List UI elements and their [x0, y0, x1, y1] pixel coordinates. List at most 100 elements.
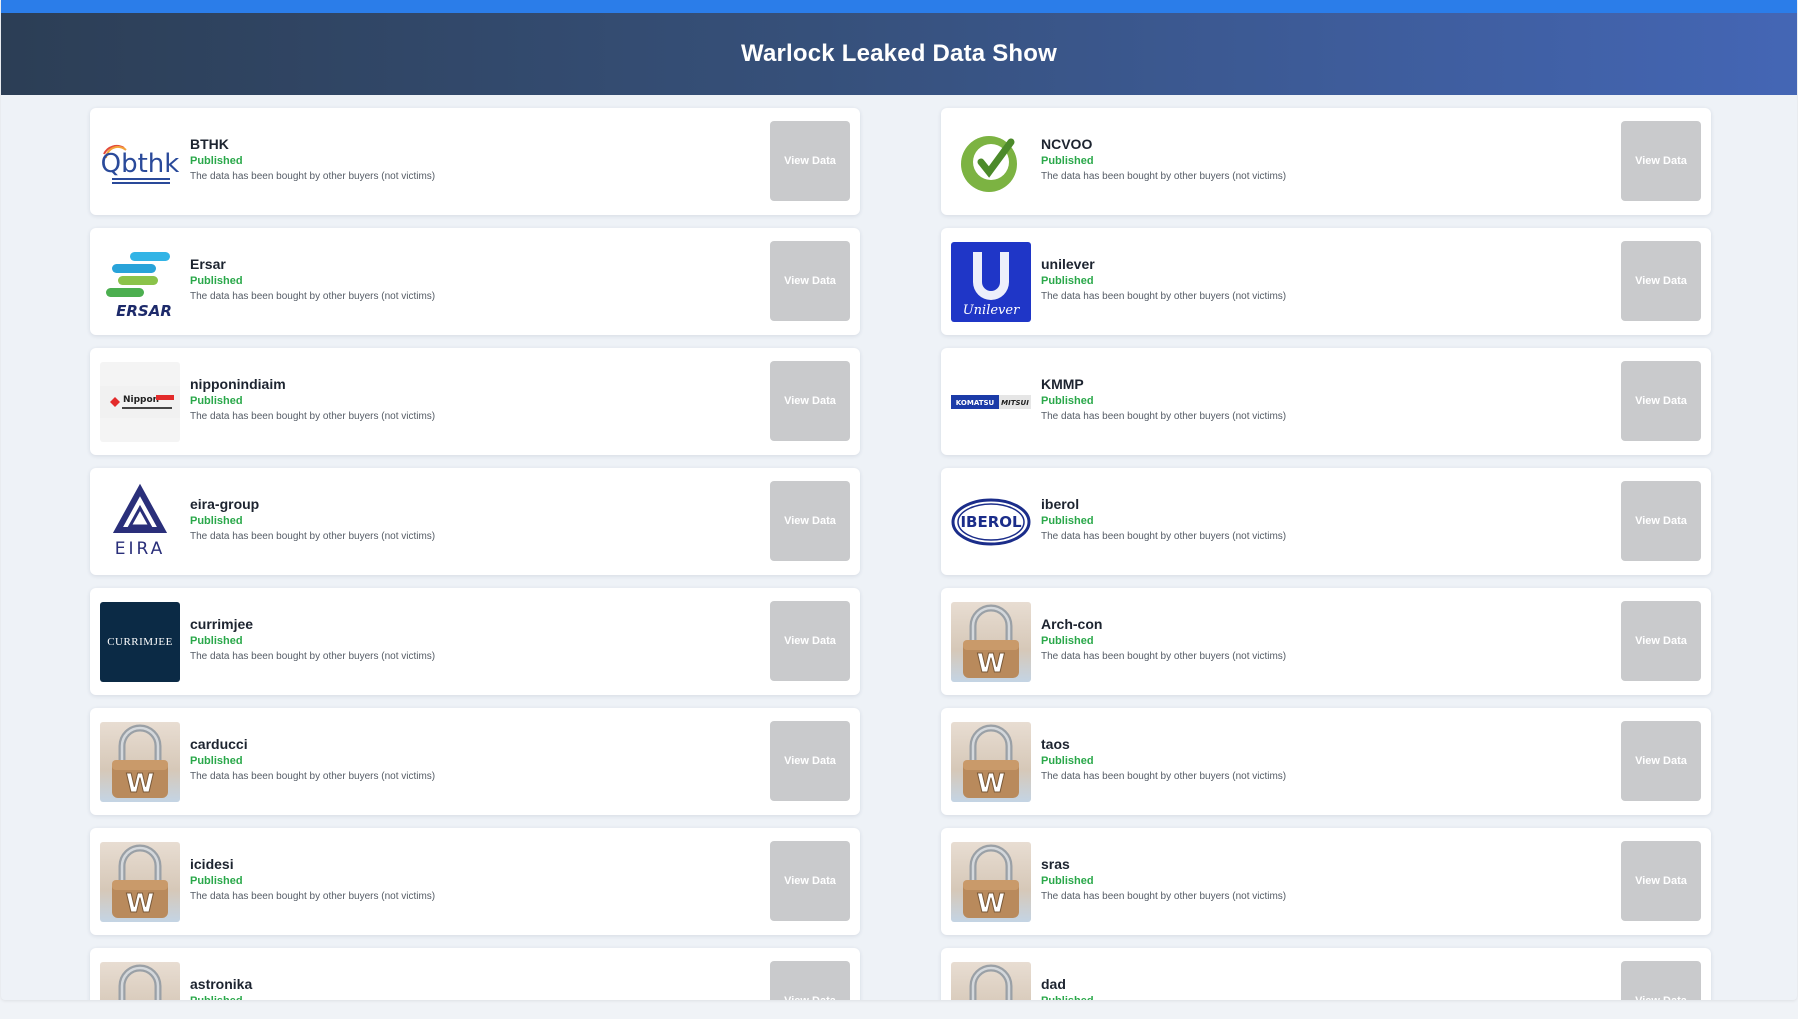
warlock-lock-logo: W: [951, 721, 1031, 802]
view-data-button[interactable]: View Data: [770, 601, 850, 681]
warlock-lock-logo: W: [100, 841, 180, 922]
status-badge: Published: [1041, 634, 1094, 647]
company-name: astronika: [190, 975, 253, 992]
komatsu-mitsui-logo: KOMATSU MITSUI: [951, 362, 1031, 442]
page-title: Warlock Leaked Data Show: [740, 40, 1057, 67]
view-data-button[interactable]: View Data: [1621, 481, 1701, 561]
company-card: IBEROL iberol Published The data has been b…: [941, 468, 1711, 575]
company-info: unilever Published The data has been bough…: [1041, 256, 1711, 302]
company-name: BTHK: [190, 135, 229, 152]
company-card: Unilever unilever Published The data has be…: [941, 228, 1711, 335]
view-data-button[interactable]: View Data: [770, 841, 850, 921]
company-card: EIRA eira-group Published The data has been…: [90, 468, 860, 575]
company-card: ERSAR Ersar Published The data has been bou…: [90, 228, 860, 335]
status-badge: Published: [190, 995, 860, 1001]
currimjee-logo-text: CURRIMJEE: [107, 635, 173, 648]
warlock-lock-logo: W: [951, 841, 1031, 922]
iberol-logo-text: IBEROL: [960, 513, 1022, 531]
warlock-lock-logo: W: [100, 961, 180, 1000]
status-badge: Published: [190, 514, 243, 527]
svg-text:W: W: [977, 889, 1006, 919]
view-data-button[interactable]: View Data: [770, 481, 850, 561]
company-card: Wicidesi Published The data has been bough…: [90, 828, 860, 935]
company-info: carducci Published The data has been bough…: [190, 736, 860, 782]
svg-text:W: W: [126, 889, 155, 919]
view-data-button[interactable]: View Data: [1621, 361, 1701, 441]
company-description: The data has been bought by other buyers…: [1041, 170, 1287, 182]
view-data-button[interactable]: View Data: [1621, 601, 1701, 681]
company-name: KMMP: [1041, 375, 1084, 392]
company-description: The data has been bought by other buyers…: [190, 290, 436, 302]
company-name: NCVOO: [1041, 135, 1093, 152]
svg-text:W: W: [977, 649, 1006, 679]
status-badge: Published: [1041, 394, 1094, 407]
company-name: nipponindiaim: [190, 375, 286, 392]
company-description: The data has been bought by other buyers…: [190, 890, 436, 902]
warlock-lock-logo: W: [951, 961, 1031, 1000]
company-description: The data has been bought by other buyers…: [190, 770, 436, 782]
company-grid: Qbthk BTHK Published The data has been boug…: [90, 108, 1711, 1000]
company-info: currimjee Published The data has been boug…: [190, 616, 860, 662]
company-info: astronikaPublishedThe data has been boug…: [190, 976, 860, 1001]
status-badge: Published: [190, 874, 243, 887]
company-card: Nippon nipponindiaim Published The data has…: [90, 348, 860, 455]
bthk-logo: Qbthk: [100, 122, 180, 202]
currimjee-logo: CURRIMJEE: [100, 601, 180, 682]
view-data-button[interactable]: View Data: [1621, 121, 1701, 201]
mitsui-text: MITSUI: [1001, 399, 1029, 407]
unilever-logo: Unilever: [951, 241, 1031, 322]
page-header: Warlock Leaked Data Show: [1, 13, 1797, 95]
view-data-button[interactable]: View Data: [770, 721, 850, 801]
company-description: The data has been bought by other buyers…: [190, 170, 436, 182]
iberol-logo: IBEROL: [951, 482, 1031, 562]
status-badge: Published: [190, 634, 243, 647]
company-info: taos Published The data has been bought by…: [1041, 736, 1711, 782]
company-card: Wcarducci Published The data has been boug…: [90, 708, 860, 815]
view-data-button[interactable]: View Data: [770, 961, 850, 1000]
status-badge: Published: [1041, 514, 1094, 527]
company-info: eira-group Published The data has been bou…: [190, 496, 860, 542]
company-card: Wtaos Published The data has been bought b…: [941, 708, 1711, 815]
status-badge: Published: [190, 394, 243, 407]
view-data-button[interactable]: View Data: [1621, 961, 1701, 1000]
status-badge: Published: [190, 754, 243, 767]
view-data-button[interactable]: View Data: [1621, 721, 1701, 801]
view-data-button[interactable]: View Data: [770, 121, 850, 201]
company-card: KOMATSU MITSUI KMMP Published The data has b…: [941, 348, 1711, 455]
ersar-logo: ERSAR: [100, 241, 180, 322]
company-info: iberol Published The data has been bought …: [1041, 496, 1711, 542]
warlock-lock-logo: W: [951, 601, 1031, 682]
nippon-logo: Nippon: [100, 361, 180, 442]
company-description: The data has been bought by other buyers…: [190, 650, 436, 662]
status-badge: Published: [1041, 874, 1094, 887]
bthk-logo-text: Qbthk: [101, 149, 180, 179]
view-data-button[interactable]: View Data: [1621, 841, 1701, 921]
view-data-button[interactable]: View Data: [1621, 241, 1701, 321]
company-card: WastronikaPublishedThe data has been bou…: [90, 948, 860, 1000]
view-data-button[interactable]: View Data: [770, 361, 850, 441]
status-badge: Published: [1041, 995, 1711, 1001]
company-info: KMMP Published The data has been bought by…: [1041, 376, 1711, 422]
company-description: The data has been bought by other buyers…: [1041, 770, 1287, 782]
eira-logo: EIRA: [100, 481, 180, 562]
nippon-logo-text: Nippon: [123, 395, 159, 405]
top-accent-bar: [1, 0, 1797, 13]
company-name: iberol: [1041, 495, 1080, 512]
view-data-button[interactable]: View Data: [770, 241, 850, 321]
company-name: taos: [1041, 735, 1070, 752]
company-info: BTHK Published The data has been bought by…: [190, 136, 860, 182]
company-description: The data has been bought by other buyers…: [1041, 290, 1287, 302]
company-card: Qbthk BTHK Published The data has been boug…: [90, 108, 860, 215]
company-name: currimjee: [190, 615, 254, 632]
company-description: The data has been bought by other buyers…: [190, 410, 436, 422]
company-card: CURRIMJEE currimjee Published The data has …: [90, 588, 860, 695]
company-description: The data has been bought by other buyers…: [1041, 890, 1287, 902]
company-info: Arch-con Published The data has been bough…: [1041, 616, 1711, 662]
company-name: carducci: [190, 735, 248, 752]
company-description: The data has been bought by other buyers…: [1041, 530, 1287, 542]
svg-text:W: W: [126, 769, 155, 799]
eira-logo-text: EIRA: [115, 539, 166, 559]
checkmark-logo: [951, 122, 1031, 202]
status-badge: Published: [190, 154, 243, 167]
company-description: The data has been bought by other buyers…: [1041, 410, 1287, 422]
